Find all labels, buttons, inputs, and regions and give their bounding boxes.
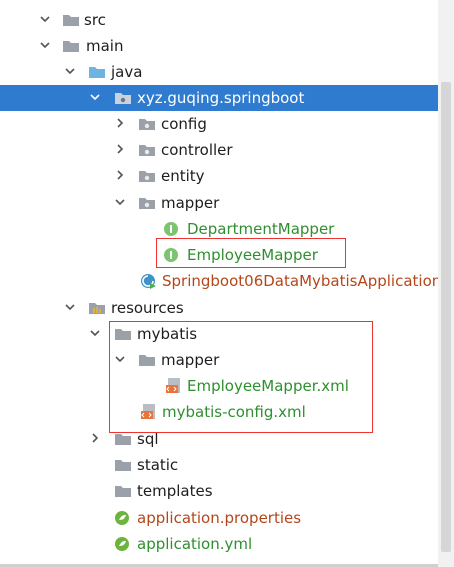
resources-folder-icon [88, 300, 106, 316]
spring-app-class-icon [140, 273, 158, 289]
tree-row-main[interactable]: main [0, 33, 440, 59]
tree-label: xyz.guqing.springboot [137, 89, 305, 107]
tree-label: application.properties [137, 509, 302, 527]
package-icon [138, 116, 156, 132]
chevron-down-icon[interactable] [38, 12, 52, 26]
folder-gray-icon [62, 38, 80, 54]
chevron-right-icon[interactable] [113, 116, 127, 130]
folder-gray-icon [114, 431, 132, 447]
chevron-right-icon[interactable] [113, 142, 127, 156]
spring-properties-icon [114, 510, 132, 526]
package-icon [138, 168, 156, 184]
package-icon [138, 195, 156, 211]
tree-row-templates[interactable]: templates [0, 478, 440, 504]
tree-label: controller [161, 141, 233, 159]
tree-label: DepartmentMapper [187, 220, 335, 238]
package-icon [114, 90, 132, 106]
tree-label: mapper [161, 194, 220, 212]
chevron-down-icon[interactable] [63, 300, 77, 314]
tree-label: templates [137, 482, 213, 500]
tree-row-static[interactable]: static [0, 452, 440, 478]
chevron-down-icon[interactable] [88, 326, 102, 340]
tree-label: resources [111, 299, 184, 317]
folder-gray-icon [114, 457, 132, 473]
spring-yml-icon [114, 536, 132, 552]
project-tree: src main java xyz.guqing.springboot conf… [0, 0, 454, 567]
tree-row-application-class[interactable]: Springboot06DataMybatisApplication [0, 268, 442, 294]
tree-label: entity [161, 167, 205, 185]
chevron-right-icon[interactable] [88, 431, 102, 445]
folder-blue-icon [88, 64, 106, 80]
vertical-scrollbar[interactable] [438, 0, 454, 567]
tree-row-controller[interactable]: controller [0, 137, 440, 163]
package-icon [138, 142, 156, 158]
interface-icon [163, 221, 181, 237]
tree-row-config[interactable]: config [0, 111, 440, 137]
chevron-down-icon[interactable] [88, 90, 102, 104]
tree-label: config [161, 115, 207, 133]
tree-row-package-root[interactable]: xyz.guqing.springboot [0, 85, 440, 111]
folder-gray-icon [62, 12, 80, 28]
tree-label: src [84, 11, 106, 29]
tree-row-java[interactable]: java [0, 59, 440, 85]
tree-row-src[interactable]: src [0, 7, 440, 33]
tree-row-application-properties[interactable]: application.properties [0, 505, 440, 531]
chevron-down-icon[interactable] [38, 38, 52, 52]
tree-row-mapper-package[interactable]: mapper [0, 190, 440, 216]
tree-label: application.yml [137, 535, 253, 553]
tree-row-application-yml[interactable]: application.yml [0, 531, 440, 557]
highlight-box-employee-mapper [156, 238, 346, 268]
tree-label: Springboot06DataMybatisApplication [162, 272, 442, 290]
tree-row-entity[interactable]: entity [0, 163, 440, 189]
chevron-down-icon[interactable] [113, 195, 127, 209]
chevron-down-icon[interactable] [63, 64, 77, 78]
tree-label: static [137, 456, 179, 474]
tree-row-resources[interactable]: resources [0, 295, 440, 321]
folder-gray-icon [114, 483, 132, 499]
tree-label: main [86, 37, 124, 55]
scrollbar-thumb[interactable] [441, 82, 451, 552]
chevron-right-icon[interactable] [113, 168, 127, 182]
highlight-box-mybatis-resources [109, 321, 373, 433]
tree-label: java [111, 63, 143, 81]
